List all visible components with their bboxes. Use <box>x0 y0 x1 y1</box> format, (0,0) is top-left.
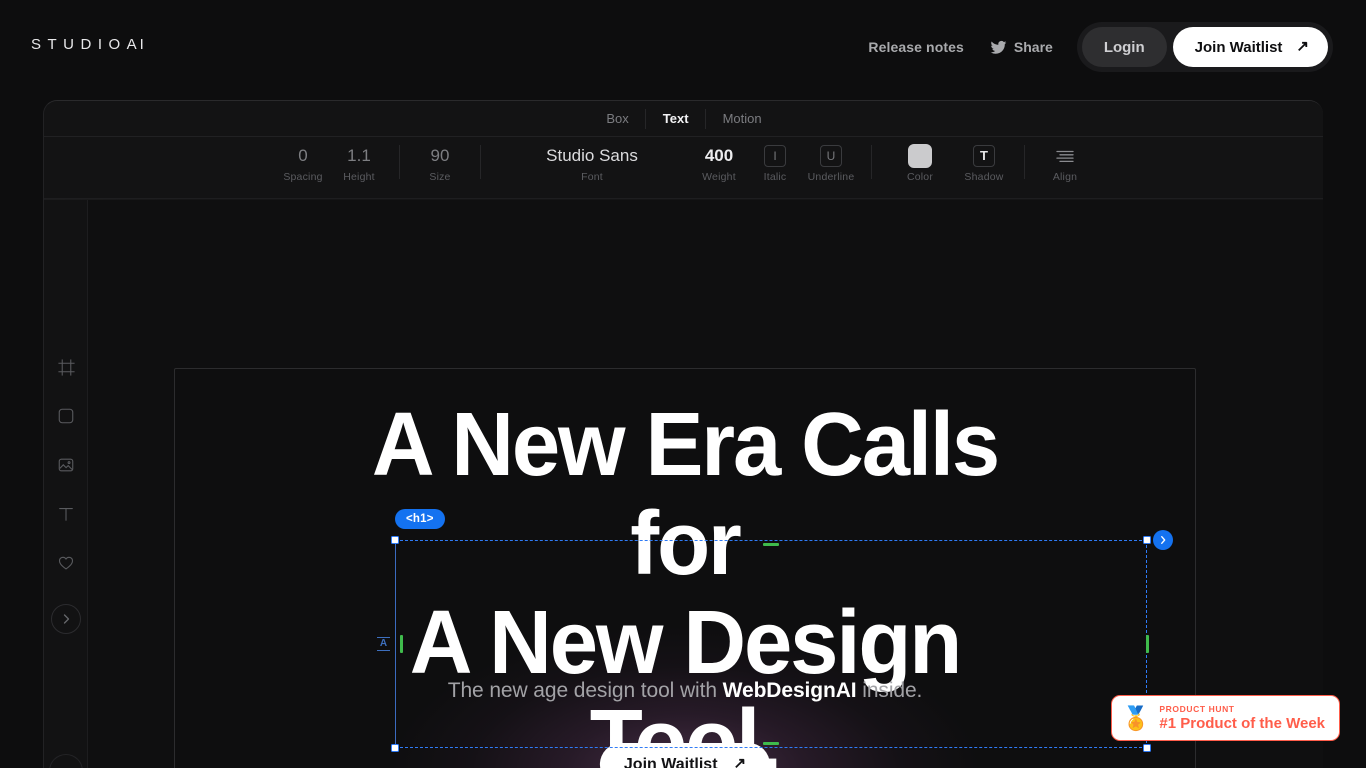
font-weight-label: Weight <box>702 171 736 183</box>
studio-ai-logo[interactable]: STUDIOAI <box>31 36 147 53</box>
text-t-icon <box>59 508 73 521</box>
toolbar-divider <box>480 145 481 179</box>
toolbar-tabs: Box Text Motion <box>44 101 1323 137</box>
join-waitlist-button[interactable]: Join Waitlist ↗ <box>1172 27 1328 67</box>
product-hunt-badge[interactable]: 🏅 PRODUCT HUNT #1 Product of the Week <box>1110 695 1340 741</box>
font-size-value: 90 <box>430 146 450 165</box>
release-notes-link[interactable]: Release notes <box>868 39 963 55</box>
sidebar-item-shape[interactable] <box>53 403 79 429</box>
top-navigation-bar: STUDIOAI Release notes Share Login Join … <box>0 0 1366 93</box>
rail-duplicate-button[interactable] <box>48 754 83 768</box>
hero-join-waitlist-button[interactable]: Join Waitlist ↗ <box>599 743 771 768</box>
text-color-label: Color <box>906 171 934 183</box>
hero-subtitle-pre: The new age design tool with <box>447 679 723 702</box>
italic-toggle[interactable]: I Italic <box>747 145 803 183</box>
sidebar-item-image[interactable] <box>53 452 79 478</box>
share-button[interactable]: Share <box>990 39 1053 56</box>
image-icon <box>58 458 74 472</box>
tab-box[interactable]: Box <box>589 101 647 137</box>
line-height-value: 1.1 <box>347 146 371 165</box>
login-button[interactable]: Login <box>1081 27 1167 67</box>
rail-tool-list <box>44 354 88 634</box>
auth-button-group: Login Join Waitlist ↗ <box>1076 22 1333 72</box>
product-hunt-text: PRODUCT HUNT #1 Product of the Week <box>1159 704 1325 733</box>
nav-right-group: Release notes Share Login Join Waitlist … <box>868 22 1333 72</box>
logo-text: STUDIO <box>31 36 127 53</box>
selection-next-button[interactable] <box>1153 530 1173 550</box>
product-hunt-title: #1 Product of the Week <box>1159 714 1325 732</box>
font-weight-control[interactable]: 400 Weight <box>691 145 747 183</box>
line-height-label: Height <box>343 171 375 183</box>
rail-expand-button[interactable] <box>51 604 81 634</box>
editor-toolbar: Box Text Motion 0 Spacing 1.1 Height 90 … <box>44 101 1323 199</box>
letter-spacing-control[interactable]: 0 Spacing <box>275 145 331 183</box>
toolbar-divider <box>1024 145 1025 179</box>
logo-mark: AI <box>126 36 147 53</box>
toolbar-divider <box>399 145 400 179</box>
hero-subtitle-post: inside. <box>856 679 923 702</box>
font-family-control[interactable]: Studio Sans Font <box>493 145 691 183</box>
hero-heading[interactable]: A New Era Calls for A New Design Tool. <box>305 396 1065 768</box>
line-height-control[interactable]: 1.1 Height <box>331 145 387 183</box>
tab-text[interactable]: Text <box>646 101 706 137</box>
frame-icon <box>57 358 75 376</box>
letter-spacing-value: 0 <box>298 146 308 165</box>
text-color-control[interactable]: Color <box>884 144 956 183</box>
artboard-frame[interactable]: A New Era Calls for A New Design Tool. T… <box>174 368 1196 768</box>
sidebar-item-frame[interactable] <box>53 354 79 380</box>
text-align-control[interactable]: Align <box>1037 145 1093 183</box>
text-properties-row: 0 Spacing 1.1 Height 90 Size Studio Sans… <box>44 137 1323 199</box>
arrow-up-right-icon: ↗ <box>1296 37 1309 55</box>
hero-subtitle[interactable]: The new age design tool with WebDesignAI… <box>448 679 923 703</box>
hero-subtitle-bold: WebDesignAI <box>722 679 857 702</box>
sidebar-item-text[interactable] <box>53 501 79 527</box>
font-size-label: Size <box>429 171 451 183</box>
arrow-up-right-icon: ↗ <box>733 755 747 768</box>
product-hunt-kicker: PRODUCT HUNT <box>1159 703 1235 714</box>
underline-label: Underline <box>807 171 855 183</box>
underline-icon: U <box>820 145 842 167</box>
medal-icon: 🏅 <box>1121 704 1151 731</box>
join-waitlist-label: Join Waitlist <box>1194 38 1283 56</box>
letter-spacing-label: Spacing <box>283 171 323 183</box>
app-root: STUDIOAI Release notes Share Login Join … <box>0 0 1366 768</box>
font-size-control[interactable]: 90 Size <box>412 145 468 183</box>
font-family-value: Studio Sans <box>546 146 638 165</box>
hero-heading-line-1: A New Era Calls for <box>371 395 1000 594</box>
text-shadow-label: Shadow <box>964 171 1004 183</box>
toolbar-divider <box>871 145 872 179</box>
italic-label: Italic <box>763 171 787 183</box>
heart-icon <box>58 556 74 570</box>
italic-icon: I <box>764 145 786 167</box>
design-canvas[interactable]: A New Era Calls for A New Design Tool. T… <box>88 200 1323 768</box>
text-shadow-control[interactable]: T Shadow <box>956 145 1012 183</box>
color-swatch-icon <box>908 144 932 168</box>
share-label: Share <box>1013 39 1053 55</box>
chevron-right-icon <box>63 614 69 624</box>
hero-cta-label: Join Waitlist <box>623 755 718 768</box>
twitter-icon <box>990 40 1007 54</box>
shadow-icon: T <box>973 145 995 167</box>
underline-toggle[interactable]: U Underline <box>803 145 859 183</box>
editor-app-shell: Box Text Motion 0 Spacing 1.1 Height 90 … <box>43 100 1323 768</box>
font-weight-value: 400 <box>704 146 734 165</box>
square-icon <box>58 408 74 424</box>
align-icon <box>1054 145 1076 167</box>
tab-motion[interactable]: Motion <box>706 101 779 137</box>
chevron-right-icon <box>1161 536 1166 544</box>
left-tool-rail <box>44 200 88 768</box>
sidebar-item-favorites[interactable] <box>53 550 79 576</box>
text-align-label: Align <box>1052 171 1078 183</box>
font-family-label: Font <box>581 171 603 183</box>
